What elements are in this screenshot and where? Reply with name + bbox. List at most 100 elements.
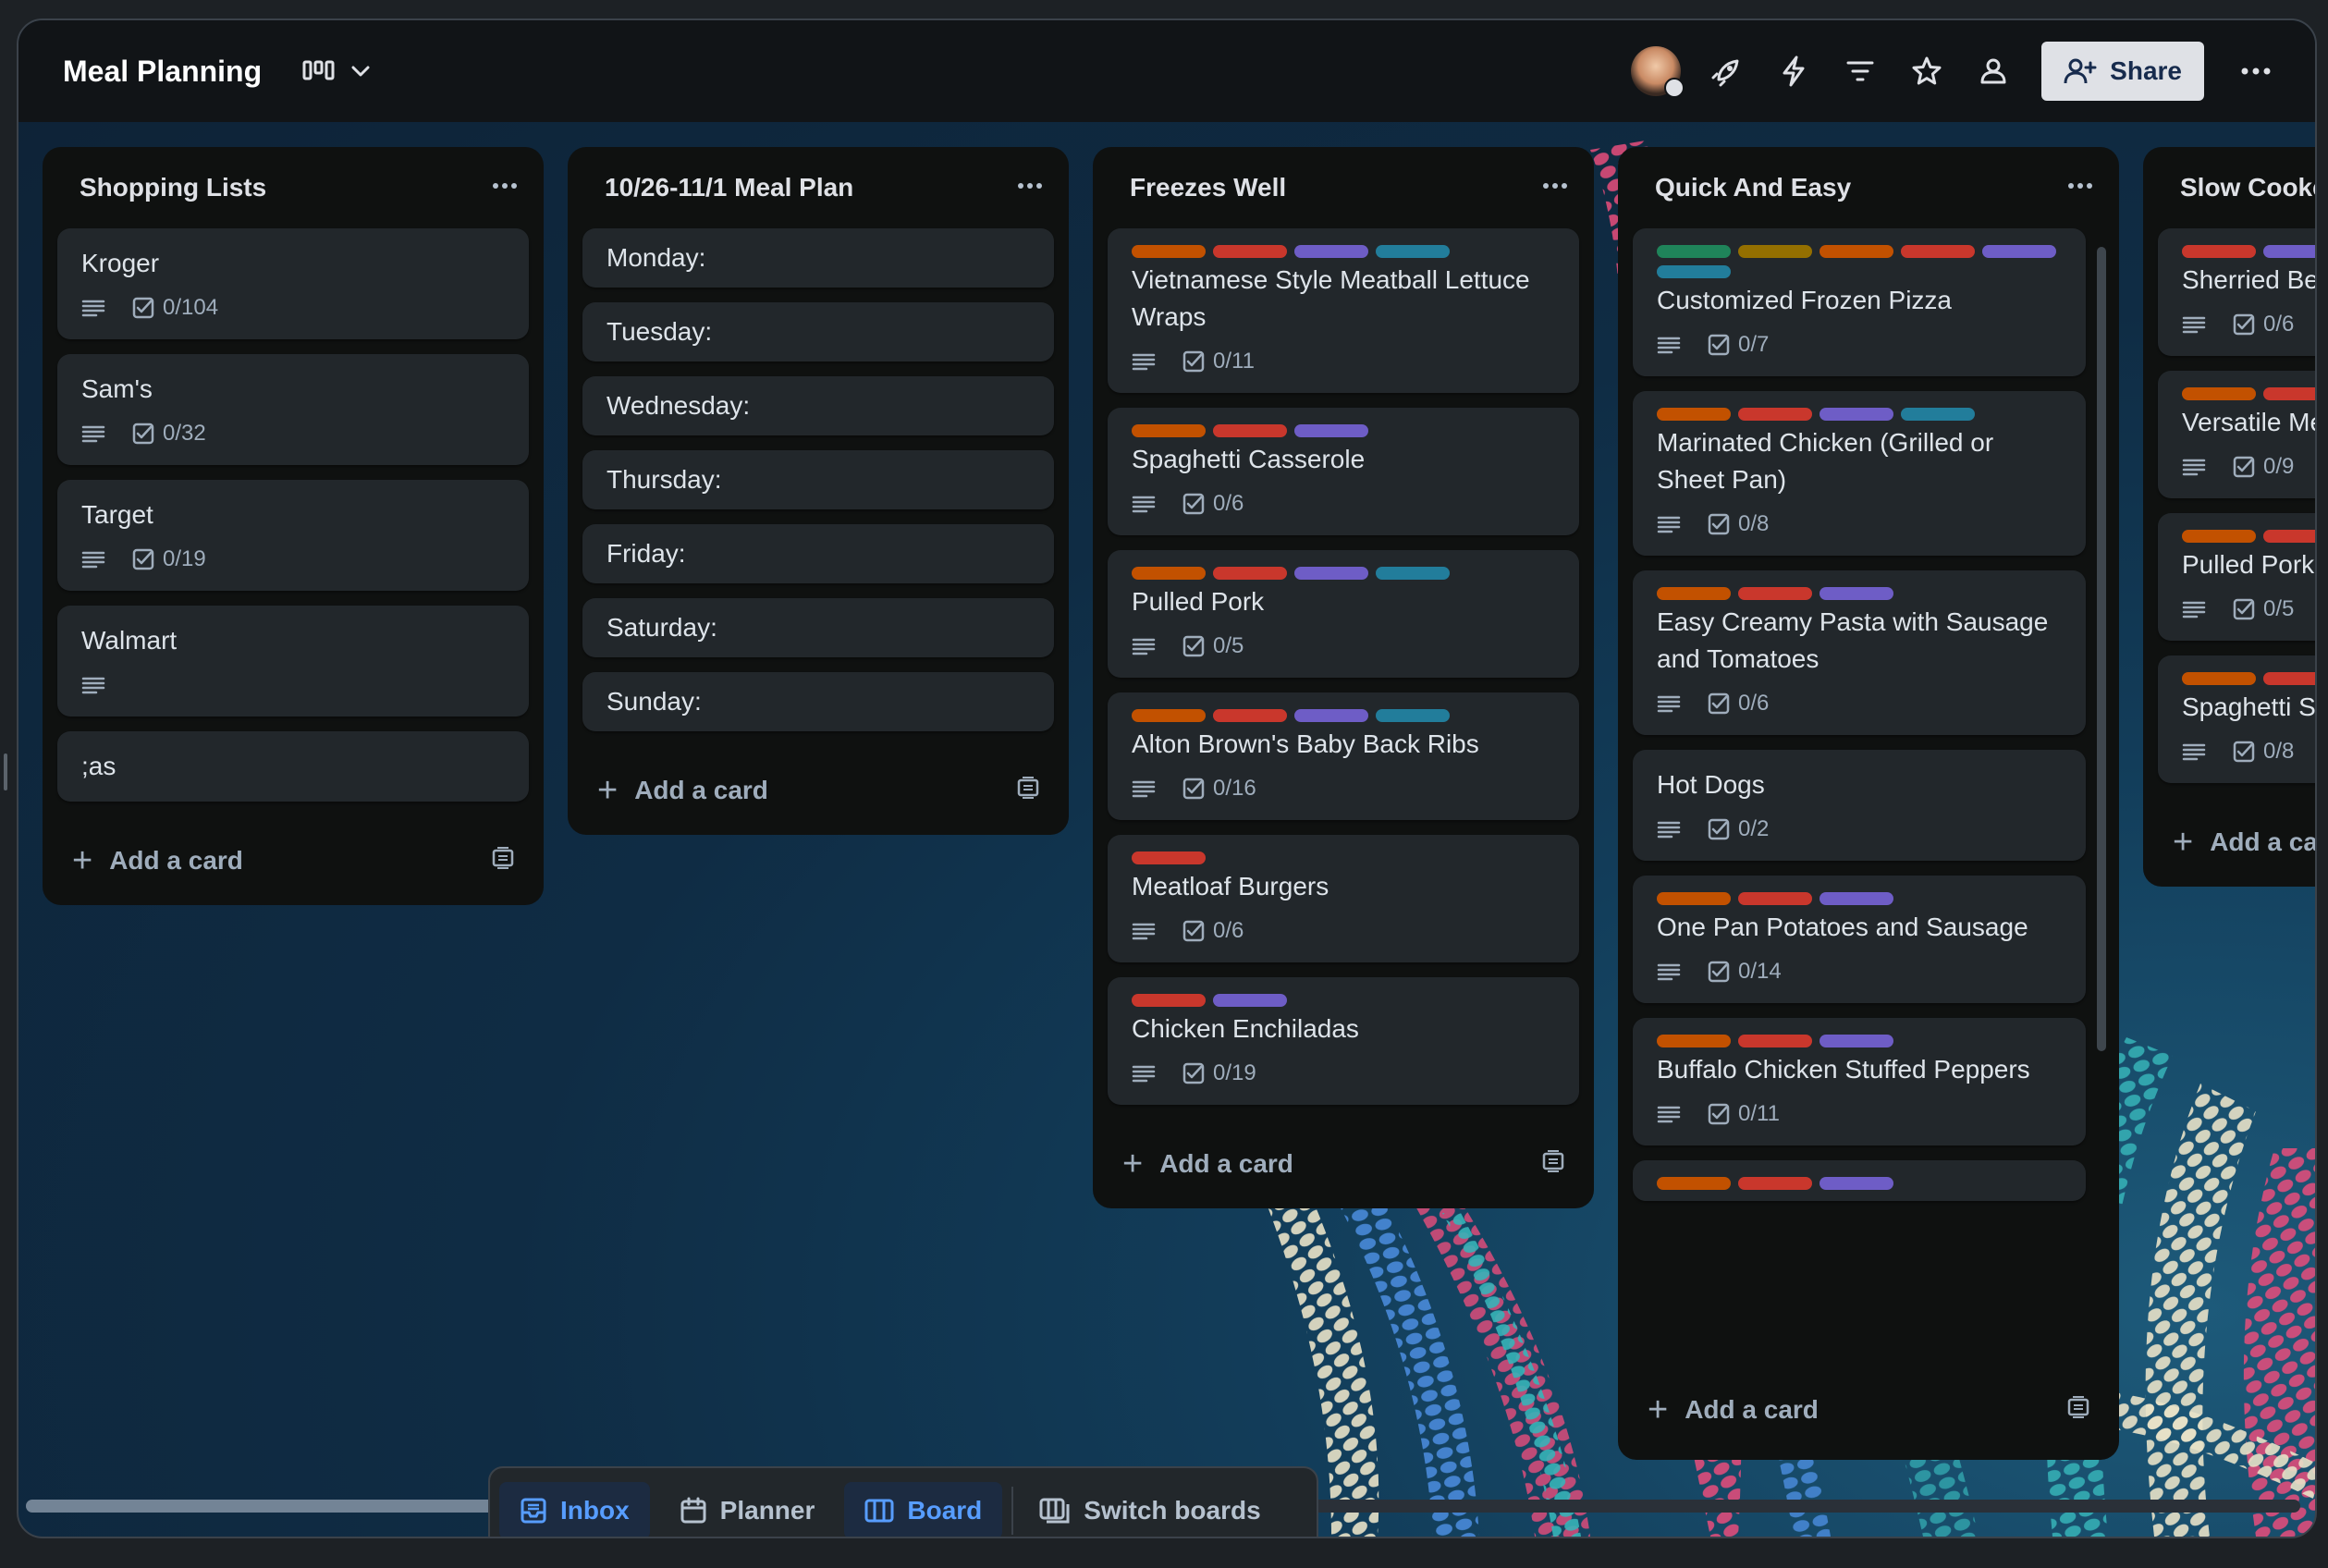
label-orange[interactable] bbox=[1132, 424, 1206, 437]
card-template-icon[interactable] bbox=[2065, 1395, 2091, 1426]
label-red[interactable] bbox=[1132, 851, 1206, 864]
label-orange[interactable] bbox=[1657, 587, 1731, 600]
card[interactable]: Spaghetti Squash Sauce 0/8 bbox=[2158, 655, 2315, 783]
label-yellow[interactable] bbox=[1738, 245, 1812, 258]
label-teal[interactable] bbox=[1657, 265, 1731, 278]
label-red[interactable] bbox=[1213, 245, 1287, 258]
view-switcher[interactable] bbox=[302, 58, 373, 84]
label-orange[interactable] bbox=[2182, 387, 2256, 400]
card[interactable]: Sam's 0/32 bbox=[57, 354, 529, 465]
label-red[interactable] bbox=[2263, 672, 2315, 685]
list[interactable]: Freezes Well Vietnamese Style Meatball Le… bbox=[1093, 147, 1594, 1208]
card[interactable]: Pulled Pork 0/5 bbox=[1108, 550, 1579, 678]
list-menu-button[interactable] bbox=[484, 165, 525, 206]
label-orange[interactable] bbox=[1657, 892, 1731, 905]
card[interactable] bbox=[1633, 1160, 2086, 1201]
list-title[interactable]: Quick And Easy bbox=[1655, 173, 1851, 202]
card[interactable]: One Pan Potatoes and Sausage 0/14 bbox=[1633, 876, 2086, 1003]
card-template-icon[interactable] bbox=[1015, 776, 1041, 806]
label-purple[interactable] bbox=[1820, 408, 1893, 421]
card[interactable]: Walmart bbox=[57, 606, 529, 717]
add-card-button[interactable]: + Add a card bbox=[568, 746, 1069, 835]
card[interactable]: Tuesday: bbox=[582, 302, 1054, 361]
label-teal[interactable] bbox=[1376, 567, 1450, 580]
card[interactable]: Versatile Meatballs 0/9 bbox=[2158, 371, 2315, 498]
card-template-icon[interactable] bbox=[1540, 1149, 1566, 1180]
list-title[interactable]: Slow Cooker bbox=[2180, 173, 2315, 202]
list[interactable]: Quick And Easy Customized Frozen Pizza 0/7… bbox=[1618, 147, 2119, 1460]
card[interactable]: Spaghetti Casserole 0/6 bbox=[1108, 408, 1579, 535]
label-purple[interactable] bbox=[1820, 892, 1893, 905]
card[interactable]: Meatloaf Burgers 0/6 bbox=[1108, 835, 1579, 962]
card[interactable]: Easy Creamy Pasta with Sausage and Tomat… bbox=[1633, 570, 2086, 735]
add-card-button[interactable]: + Add a card bbox=[1618, 1366, 2119, 1454]
filter-button[interactable] bbox=[1827, 38, 1893, 104]
list-title[interactable]: Freezes Well bbox=[1130, 173, 1286, 202]
label-purple[interactable] bbox=[1294, 424, 1368, 437]
label-purple[interactable] bbox=[1820, 1035, 1893, 1047]
label-teal[interactable] bbox=[1901, 408, 1975, 421]
label-red[interactable] bbox=[1213, 709, 1287, 722]
share-button[interactable]: Share bbox=[2041, 42, 2204, 101]
card[interactable]: Vietnamese Style Meatball Lettuce Wraps 0… bbox=[1108, 228, 1579, 393]
label-red[interactable] bbox=[2263, 387, 2315, 400]
label-orange[interactable] bbox=[2182, 672, 2256, 685]
label-orange[interactable] bbox=[1132, 567, 1206, 580]
label-purple[interactable] bbox=[1294, 567, 1368, 580]
nav-switch-boards[interactable]: Switch boards bbox=[1019, 1482, 1280, 1537]
card[interactable]: Monday: bbox=[582, 228, 1054, 288]
nav-planner[interactable]: Planner bbox=[659, 1482, 836, 1537]
label-orange[interactable] bbox=[1657, 408, 1731, 421]
card[interactable]: ;as bbox=[57, 731, 529, 802]
add-card-button[interactable]: + Add a card bbox=[43, 816, 544, 905]
sidebar-resize-handle[interactable] bbox=[4, 753, 7, 790]
label-orange[interactable] bbox=[1657, 1177, 1731, 1190]
card[interactable]: Sherried Beef 0/6 bbox=[2158, 228, 2315, 356]
card[interactable]: Marinated Chicken (Grilled or Sheet Pan)… bbox=[1633, 391, 2086, 556]
avatar[interactable] bbox=[1631, 46, 1685, 98]
list-menu-button[interactable] bbox=[2060, 165, 2101, 206]
label-orange[interactable] bbox=[2182, 530, 2256, 543]
card[interactable]: Wednesday: bbox=[582, 376, 1054, 435]
card[interactable]: Friday: bbox=[582, 524, 1054, 583]
list-menu-button[interactable] bbox=[1010, 165, 1050, 206]
list[interactable]: Shopping Lists Kroger 0/104 Sam's 0/32 Target… bbox=[43, 147, 544, 905]
scrollbar-thumb[interactable] bbox=[26, 1500, 516, 1513]
card[interactable]: Pulled Pork 0/5 bbox=[2158, 513, 2315, 641]
label-red[interactable] bbox=[1132, 994, 1206, 1007]
card[interactable]: Buffalo Chicken Stuffed Peppers 0/11 bbox=[1633, 1018, 2086, 1145]
list-menu-button[interactable] bbox=[1535, 165, 1575, 206]
card[interactable]: Chicken Enchiladas 0/19 bbox=[1108, 977, 1579, 1105]
label-orange[interactable] bbox=[1657, 1035, 1731, 1047]
card[interactable]: Saturday: bbox=[582, 598, 1054, 657]
label-purple[interactable] bbox=[1982, 245, 2056, 258]
label-orange[interactable] bbox=[1820, 245, 1893, 258]
card[interactable]: Kroger 0/104 bbox=[57, 228, 529, 339]
label-red[interactable] bbox=[1213, 567, 1287, 580]
card[interactable]: Target 0/19 bbox=[57, 480, 529, 591]
label-purple[interactable] bbox=[1294, 709, 1368, 722]
list-title[interactable]: Shopping Lists bbox=[80, 173, 266, 202]
label-teal[interactable] bbox=[1376, 245, 1450, 258]
add-card-button[interactable]: + Add a card bbox=[1093, 1120, 1594, 1208]
label-red[interactable] bbox=[1738, 408, 1812, 421]
label-purple[interactable] bbox=[1820, 1177, 1893, 1190]
star-button[interactable] bbox=[1893, 38, 1960, 104]
list[interactable]: Slow Cooker Sherried Beef 0/6 Versatile Mea… bbox=[2143, 147, 2315, 887]
label-red[interactable] bbox=[2182, 245, 2256, 258]
label-teal[interactable] bbox=[1376, 709, 1450, 722]
label-green[interactable] bbox=[1657, 245, 1731, 258]
list-title[interactable]: 10/26-11/1 Meal Plan bbox=[605, 173, 853, 202]
label-red[interactable] bbox=[1901, 245, 1975, 258]
card-template-icon[interactable] bbox=[490, 846, 516, 876]
label-orange[interactable] bbox=[1132, 245, 1206, 258]
automation-button[interactable] bbox=[1760, 38, 1827, 104]
label-purple[interactable] bbox=[1213, 994, 1287, 1007]
list-scrollbar[interactable] bbox=[2097, 247, 2106, 1051]
label-red[interactable] bbox=[2263, 530, 2315, 543]
board-title[interactable]: Meal Planning bbox=[63, 55, 262, 89]
nav-inbox[interactable]: Inbox bbox=[499, 1482, 650, 1537]
card[interactable]: Hot Dogs 0/2 bbox=[1633, 750, 2086, 861]
add-card-button[interactable]: + Add a card bbox=[2143, 798, 2315, 887]
label-red[interactable] bbox=[1738, 1035, 1812, 1047]
